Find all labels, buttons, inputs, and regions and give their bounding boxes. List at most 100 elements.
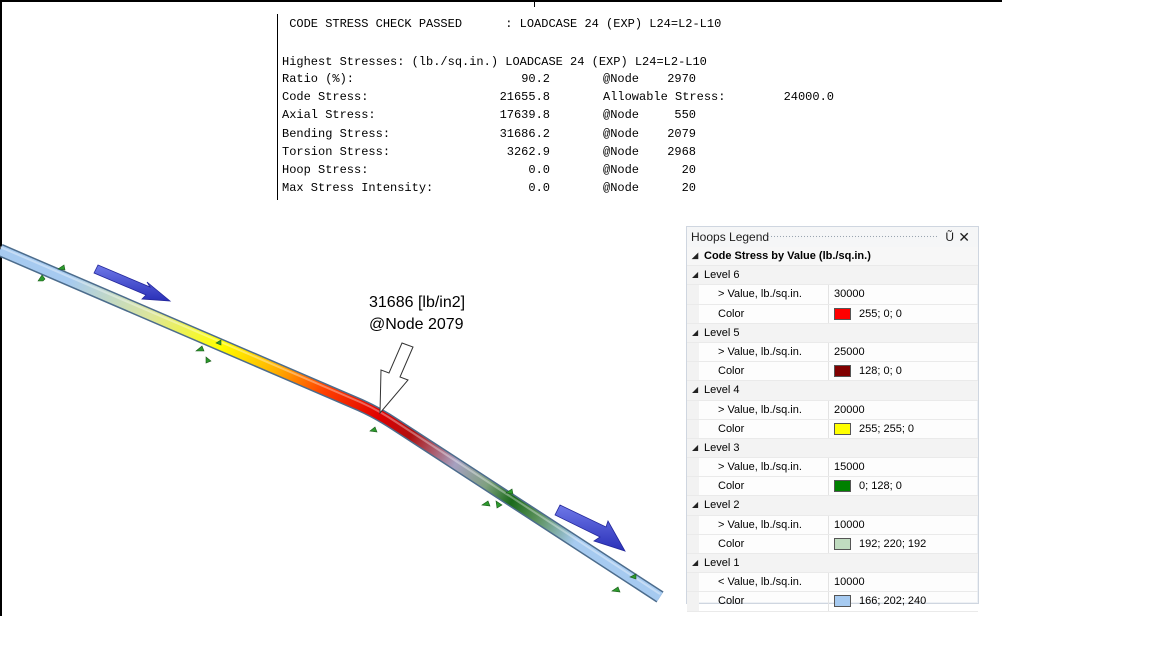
color-swatch[interactable] <box>834 595 851 608</box>
legend-value-row[interactable]: > Value, lb./sq.in. 10000 <box>687 515 978 535</box>
report-row-node-label: Allowable Stress: <box>603 90 726 105</box>
legend-titlebar[interactable]: Hoops Legend Ũ ✕ <box>687 227 978 247</box>
collapse-triangle-icon[interactable]: ◢ <box>692 247 698 265</box>
collapse-triangle-icon[interactable]: ◢ <box>692 439 698 457</box>
legend-value-row[interactable]: > Value, lb./sq.in. 15000 <box>687 458 978 478</box>
color-rgb-value[interactable]: 128; 0; 0 <box>859 362 902 380</box>
legend-level-row[interactable]: ◢ Level 5 <box>687 323 978 343</box>
pipe-body[interactable] <box>0 245 663 602</box>
legend-level-row[interactable]: ◢ Level 3 <box>687 438 978 459</box>
pipe-supports <box>37 264 637 593</box>
pipe-model-view[interactable] <box>0 205 700 620</box>
column-divider <box>828 458 829 477</box>
report-row-node-label: @Node <box>603 144 640 159</box>
level-threshold[interactable]: 10000 <box>834 516 865 534</box>
row-gutter <box>687 458 699 477</box>
legend-level-row[interactable]: ◢ Level 1 <box>687 554 978 574</box>
collapse-triangle-icon[interactable]: ◢ <box>692 554 698 572</box>
legend-value-row[interactable]: > Value, lb./sq.in. 25000 <box>687 342 978 363</box>
level-threshold[interactable]: 30000 <box>834 285 865 303</box>
pin-icon[interactable]: Ũ <box>945 227 954 247</box>
column-divider <box>828 362 829 381</box>
color-label: Color <box>718 537 745 550</box>
legend-level-row[interactable]: ◢ Level 4 <box>687 381 978 401</box>
color-rgb-value[interactable]: 255; 0; 0 <box>859 305 902 323</box>
row-gutter <box>687 342 699 362</box>
color-swatch[interactable] <box>834 537 851 550</box>
level-name: Level 6 <box>704 269 740 282</box>
collapse-triangle-icon[interactable]: ◢ <box>692 266 698 284</box>
legend-color-row[interactable]: Color 166; 202; 240 <box>687 592 978 612</box>
level-name: Level 1 <box>704 557 740 569</box>
row-gutter <box>687 477 699 496</box>
level-threshold[interactable]: 20000 <box>834 401 865 419</box>
column-divider <box>828 573 829 592</box>
color-swatch[interactable] <box>834 365 851 378</box>
report-row-value: 90.2 <box>521 72 550 86</box>
color-swatch[interactable] <box>834 307 851 320</box>
level-threshold[interactable]: 25000 <box>834 343 865 361</box>
column-divider <box>828 592 829 611</box>
row-gutter <box>687 534 699 553</box>
legend-color-row[interactable]: Color 255; 255; 0 <box>687 419 978 439</box>
color-label: Color <box>718 365 745 378</box>
report-row-label: Axial Stress: <box>282 108 376 123</box>
row-gutter <box>687 573 699 592</box>
legend-header: Code Stress by Value (lb./sq.in.) <box>704 250 871 262</box>
report-row-value: 21655.8 <box>499 90 550 105</box>
legend-color-row[interactable]: Color 0; 128; 0 <box>687 477 978 497</box>
report-row-node: 20 <box>681 181 696 196</box>
top-tick <box>534 0 535 7</box>
column-divider <box>828 400 829 419</box>
column-divider <box>828 304 829 323</box>
level-name: Level 4 <box>704 384 740 397</box>
collapse-triangle-icon[interactable]: ◢ <box>692 496 698 514</box>
report-subheader: Highest Stresses: (lb./sq.in.) LOADCASE … <box>282 55 707 69</box>
report-row-label: Code Stress: <box>282 90 369 105</box>
report-row-value: 0.0 <box>528 163 550 177</box>
color-rgb-value[interactable]: 0; 128; 0 <box>859 477 902 495</box>
legend-header-row[interactable]: ◢ Code Stress by Value (lb./sq.in.) <box>687 247 978 267</box>
color-rgb-value[interactable]: 255; 255; 0 <box>859 420 914 438</box>
color-label: Color <box>718 422 745 435</box>
legend-value-row[interactable]: < Value, lb./sq.in. 10000 <box>687 573 978 593</box>
level-threshold[interactable]: 10000 <box>834 573 865 591</box>
legend-color-row[interactable]: Color 255; 0; 0 <box>687 304 978 324</box>
value-label: > Value, lb./sq.in. <box>718 403 802 416</box>
color-label: Color <box>718 595 745 608</box>
color-swatch[interactable] <box>834 422 851 435</box>
max-stress-annotation: 31686 [lb/in2] @Node 2079 <box>369 292 465 336</box>
report-row-value: 0.0 <box>528 181 550 196</box>
column-divider <box>828 419 829 438</box>
color-swatch[interactable] <box>834 480 851 493</box>
pipe-outline <box>0 244 664 603</box>
value-label: > Value, lb./sq.in. <box>718 288 802 301</box>
legend-color-row[interactable]: Color 128; 0; 0 <box>687 362 978 382</box>
color-rgb-value[interactable]: 192; 220; 192 <box>859 535 926 553</box>
report-row-node: 2079 <box>667 126 696 141</box>
legend-level-row[interactable]: ◢ Level 6 <box>687 266 978 286</box>
close-icon[interactable]: ✕ <box>958 227 970 247</box>
legend-color-row[interactable]: Color 192; 220; 192 <box>687 534 978 554</box>
collapse-triangle-icon[interactable]: ◢ <box>692 381 698 399</box>
report-row-allowable: 24000.0 <box>783 90 834 105</box>
color-label: Color <box>718 480 745 493</box>
row-gutter <box>687 285 699 304</box>
value-label: > Value, lb./sq.in. <box>718 345 802 358</box>
top-border <box>0 0 1002 2</box>
support-3[interactable] <box>369 426 378 433</box>
level-threshold[interactable]: 15000 <box>834 458 865 476</box>
legend-value-row[interactable]: > Value, lb./sq.in. 20000 <box>687 400 978 420</box>
column-divider <box>828 477 829 496</box>
collapse-triangle-icon[interactable]: ◢ <box>692 324 698 342</box>
legend-title: Hoops Legend <box>691 230 770 244</box>
report-row-node-label: @Node <box>603 108 640 123</box>
level-name: Level 2 <box>704 499 740 512</box>
report-row-node: 2970 <box>667 72 696 86</box>
stress-report: CODE STRESS CHECK PASSED : LOADCASE 24 (… <box>277 14 878 200</box>
legend-level-row[interactable]: ◢ Level 2 <box>687 496 978 516</box>
color-rgb-value[interactable]: 166; 202; 240 <box>859 592 926 610</box>
column-divider <box>828 515 829 534</box>
legend-value-row[interactable]: > Value, lb./sq.in. 30000 <box>687 285 978 305</box>
color-label: Color <box>718 307 745 320</box>
